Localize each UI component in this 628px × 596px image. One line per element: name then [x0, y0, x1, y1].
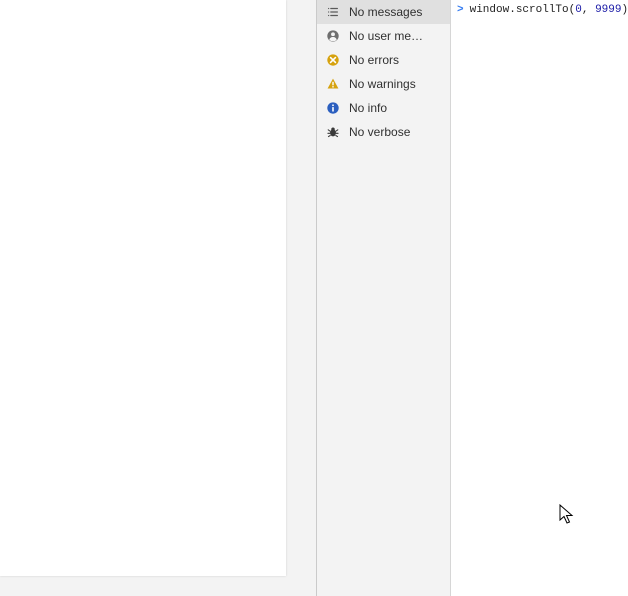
console-code-text: window.scrollTo(0, 9999); — [470, 2, 628, 18]
info-icon — [325, 100, 341, 116]
bug-icon — [325, 124, 341, 140]
chevron-right-icon: > — [457, 2, 464, 18]
list-icon — [325, 4, 341, 20]
rendered-page-content[interactable] — [0, 0, 286, 576]
console-sidebar: No messages No user me… No errors — [316, 0, 451, 596]
sidebar-item-info[interactable]: No info — [317, 96, 450, 120]
sidebar-item-label: No info — [349, 101, 446, 115]
sidebar-item-label: No user me… — [349, 29, 446, 43]
sidebar-item-user-messages[interactable]: No user me… — [317, 24, 450, 48]
user-icon — [325, 28, 341, 44]
sidebar-item-label: No warnings — [349, 77, 446, 91]
sidebar-item-errors[interactable]: No errors — [317, 48, 450, 72]
sidebar-item-messages[interactable]: No messages — [317, 0, 450, 24]
sidebar-item-label: No messages — [349, 5, 446, 19]
devtools-panel: No messages No user me… No errors — [0, 0, 628, 596]
console-input-line[interactable]: > window.scrollTo(0, 9999); — [451, 0, 628, 20]
error-icon — [325, 52, 341, 68]
sidebar-item-label: No verbose — [349, 125, 446, 139]
warning-icon — [325, 76, 341, 92]
console-pane[interactable]: > window.scrollTo(0, 9999); — [451, 0, 628, 596]
left-browser-viewport — [0, 0, 316, 596]
sidebar-item-verbose[interactable]: No verbose — [317, 120, 450, 144]
sidebar-item-label: No errors — [349, 53, 446, 67]
sidebar-item-warnings[interactable]: No warnings — [317, 72, 450, 96]
